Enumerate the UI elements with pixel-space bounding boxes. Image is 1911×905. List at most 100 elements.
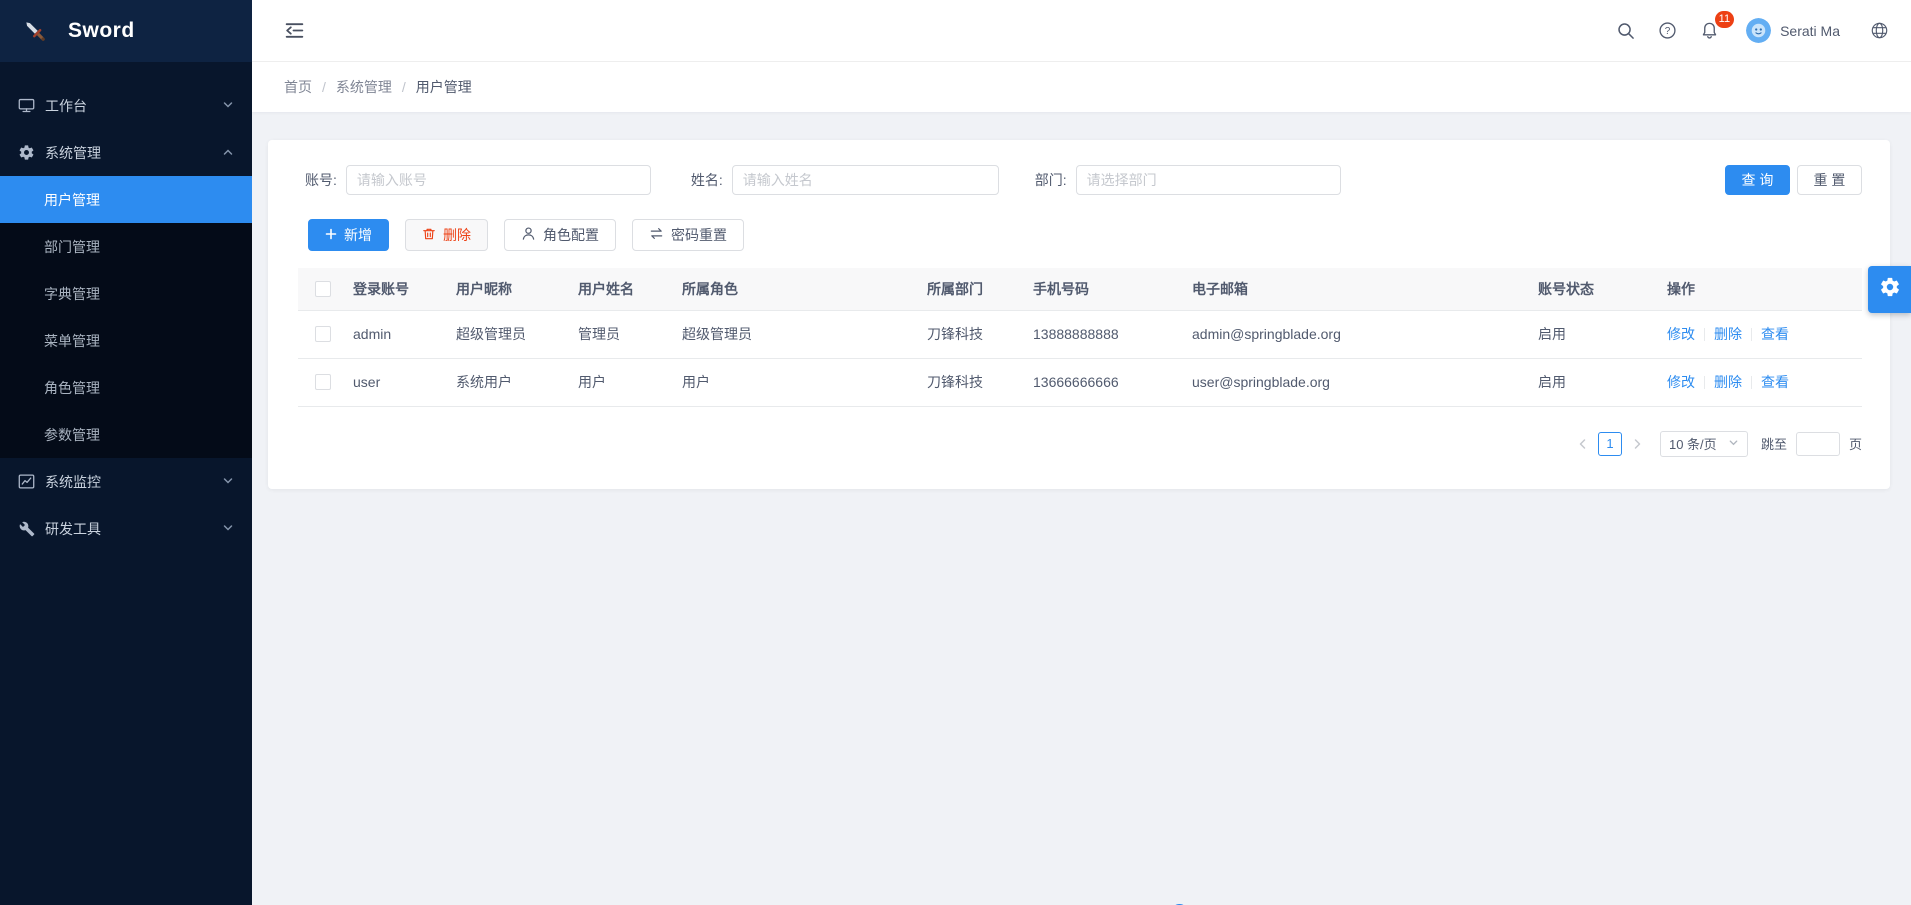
select-all-checkbox[interactable] — [315, 281, 331, 297]
cell-actions: 修改 删除 查看 — [1662, 310, 1862, 358]
column-header-email: 电子邮箱 — [1187, 268, 1533, 310]
reset-button[interactable]: 重 置 — [1797, 165, 1862, 195]
dept-label: 部门: — [1035, 170, 1067, 190]
link-divider — [1751, 376, 1752, 389]
column-header-login: 登录账号 — [348, 268, 451, 310]
gear-icon — [1879, 276, 1901, 303]
next-page-icon[interactable] — [1626, 432, 1648, 456]
sidebar-item-dev-tools[interactable]: 研发工具 — [0, 505, 252, 552]
password-reset-button-label: 密码重置 — [671, 225, 727, 245]
cell-login: user — [348, 358, 451, 406]
password-reset-button[interactable]: 密码重置 — [632, 219, 744, 251]
sidebar-item-user-management[interactable]: 用户管理 — [0, 176, 252, 223]
column-header-name: 用户姓名 — [573, 268, 677, 310]
delete-button[interactable]: 删除 — [405, 219, 488, 251]
cell-nickname: 超级管理员 — [451, 310, 573, 358]
sidebar-item-system-monitor[interactable]: 系统监控 — [0, 458, 252, 505]
view-link[interactable]: 查看 — [1761, 374, 1789, 390]
cell-phone: 13666666666 — [1028, 358, 1187, 406]
delete-button-label: 删除 — [443, 225, 471, 245]
breadcrumb-current: 用户管理 — [416, 77, 472, 97]
delete-link[interactable]: 删除 — [1714, 326, 1742, 342]
breadcrumb: 首页 / 系统管理 / 用户管理 — [252, 62, 1911, 112]
content-area: 账号: 姓名: 部门: 查 询 重 置 — [252, 140, 1911, 905]
jump-to-label: 跳至 — [1761, 434, 1787, 453]
sidebar-item-param-management[interactable]: 参数管理 — [0, 411, 252, 458]
column-header-status: 账号状态 — [1533, 268, 1662, 310]
delete-link[interactable]: 删除 — [1714, 374, 1742, 390]
swap-arrows-icon — [649, 226, 664, 244]
user-management-card: 账号: 姓名: 部门: 查 询 重 置 — [268, 140, 1890, 489]
account-label: 账号: — [305, 170, 337, 190]
gear-icon — [18, 144, 35, 161]
user-name[interactable]: Serati Ma — [1780, 23, 1840, 39]
cell-dept: 刀锋科技 — [922, 310, 1028, 358]
sidebar-item-dict-management[interactable]: 字典管理 — [0, 270, 252, 317]
cell-dept: 刀锋科技 — [922, 358, 1028, 406]
avatar[interactable] — [1746, 18, 1771, 43]
column-header-dept: 所属部门 — [922, 268, 1028, 310]
page-size-value: 10 条/页 — [1669, 434, 1717, 453]
sidebar-item-system-management[interactable]: 系统管理 — [0, 129, 252, 176]
breadcrumb-section[interactable]: 系统管理 — [336, 77, 392, 97]
app-logo: Sword — [0, 0, 252, 62]
account-input[interactable] — [346, 165, 651, 195]
chevron-down-icon — [222, 521, 234, 537]
cell-login: admin — [348, 310, 451, 358]
column-header-actions: 操作 — [1662, 268, 1862, 310]
cell-role: 超级管理员 — [677, 310, 922, 358]
search-button[interactable]: 查 询 — [1725, 165, 1790, 195]
chart-icon — [18, 473, 35, 490]
name-field-group: 姓名: — [691, 165, 999, 195]
wrench-icon — [18, 520, 35, 537]
add-button-label: 新增 — [344, 225, 372, 245]
sidebar-item-role-management[interactable]: 角色管理 — [0, 364, 252, 411]
link-divider — [1704, 376, 1705, 389]
svg-text:?: ? — [1664, 26, 1670, 37]
help-icon[interactable]: ? — [1650, 14, 1684, 48]
column-header-nickname: 用户昵称 — [451, 268, 573, 310]
cell-phone: 13888888888 — [1028, 310, 1187, 358]
settings-fab-button[interactable] — [1868, 266, 1911, 313]
add-button[interactable]: 新增 — [308, 219, 389, 251]
view-link[interactable]: 查看 — [1761, 326, 1789, 342]
monitor-icon — [18, 97, 35, 114]
page-size-select[interactable]: 10 条/页 — [1660, 431, 1748, 457]
edit-link[interactable]: 修改 — [1667, 326, 1695, 342]
sidebar-collapse-button[interactable] — [277, 14, 311, 48]
trash-icon — [422, 227, 436, 244]
account-field-group: 账号: — [305, 165, 651, 195]
sidebar-item-label: 系统管理 — [45, 143, 101, 163]
role-config-button[interactable]: 角色配置 — [504, 219, 616, 251]
notification-bell-icon[interactable]: 11 — [1692, 14, 1726, 48]
link-divider — [1751, 328, 1752, 341]
breadcrumb-home[interactable]: 首页 — [284, 77, 312, 97]
sidebar-item-menu-management[interactable]: 菜单管理 — [0, 317, 252, 364]
row-checkbox[interactable] — [315, 374, 331, 390]
sidebar-item-label: 研发工具 — [45, 519, 101, 539]
name-input[interactable] — [732, 165, 999, 195]
chevron-down-icon — [222, 98, 234, 114]
sidebar-item-label: 字典管理 — [44, 284, 100, 304]
row-checkbox[interactable] — [315, 326, 331, 342]
search-icon[interactable] — [1608, 14, 1642, 48]
table-row: user 系统用户 用户 用户 刀锋科技 13666666666 user@sp… — [298, 358, 1862, 406]
edit-link[interactable]: 修改 — [1667, 374, 1695, 390]
dept-select-input[interactable] — [1076, 165, 1341, 195]
prev-page-icon[interactable] — [1572, 432, 1594, 456]
table-row: admin 超级管理员 管理员 超级管理员 刀锋科技 13888888888 a… — [298, 310, 1862, 358]
breadcrumb-separator: / — [402, 79, 406, 95]
column-header-phone: 手机号码 — [1028, 268, 1187, 310]
breadcrumb-separator: / — [322, 79, 326, 95]
cell-nickname: 系统用户 — [451, 358, 573, 406]
sidebar-item-dept-management[interactable]: 部门管理 — [0, 223, 252, 270]
cell-role: 用户 — [677, 358, 922, 406]
column-header-role: 所属角色 — [677, 268, 922, 310]
notification-badge: 11 — [1715, 11, 1734, 28]
name-label: 姓名: — [691, 170, 723, 190]
page-jump-input[interactable] — [1796, 432, 1840, 456]
language-globe-icon[interactable] — [1862, 14, 1896, 48]
chevron-down-icon — [1728, 436, 1739, 451]
page-number-1[interactable]: 1 — [1598, 432, 1622, 456]
sidebar-item-workbench[interactable]: 工作台 — [0, 82, 252, 129]
